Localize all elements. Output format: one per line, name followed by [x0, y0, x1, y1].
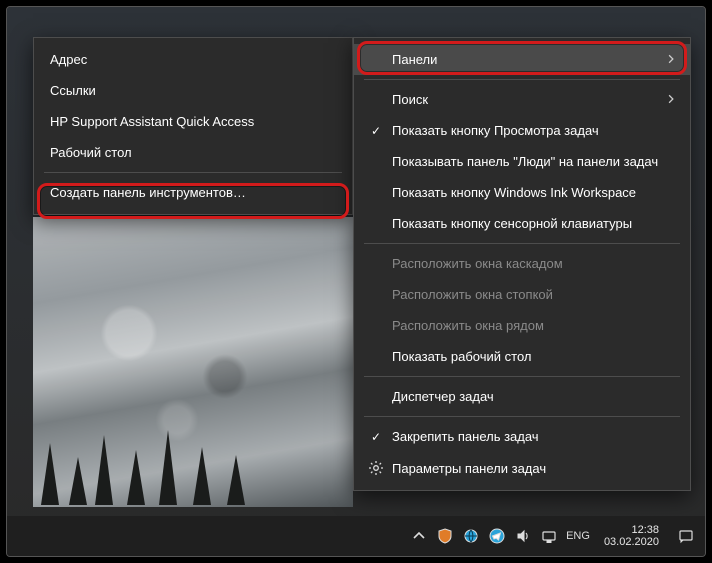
clock-time: 12:38: [631, 524, 659, 536]
separator: [44, 172, 342, 173]
menu-item-label: Показать кнопку Windows Ink Workspace: [392, 185, 676, 200]
menu-item-show-task-view[interactable]: ✓ Показать кнопку Просмотра задач: [354, 115, 690, 146]
menu-item-task-manager[interactable]: Диспетчер задач: [354, 381, 690, 412]
menu-item-stack-windows: Расположить окна стопкой: [354, 279, 690, 310]
submenu-item-links[interactable]: Ссылки: [34, 75, 352, 106]
menu-item-label: Расположить окна рядом: [392, 318, 676, 333]
menu-item-cascade-windows: Расположить окна каскадом: [354, 248, 690, 279]
submenu-item-label: HP Support Assistant Quick Access: [50, 114, 336, 129]
submenu-item-label: Адрес: [50, 52, 336, 67]
submenu-item-new-toolbar[interactable]: Создать панель инструментов…: [34, 177, 352, 208]
taskbar-context-menu: Панели Поиск ✓ Показать кнопку Просмотра…: [353, 37, 691, 491]
menu-item-taskbar-settings[interactable]: Параметры панели задач: [354, 452, 690, 484]
action-center-icon[interactable]: [677, 527, 695, 545]
menu-item-lock-taskbar[interactable]: ✓ Закрепить панель задач: [354, 421, 690, 452]
screenshot-frame: Адрес Ссылки HP Support Assistant Quick …: [6, 6, 706, 557]
menu-item-search[interactable]: Поиск: [354, 84, 690, 115]
chevron-right-icon: [666, 92, 676, 107]
menu-item-label: Показывать панель "Люди" на панели задач: [392, 154, 676, 169]
menu-item-show-desktop[interactable]: Показать рабочий стол: [354, 341, 690, 372]
submenu-item-hp-quick-access[interactable]: HP Support Assistant Quick Access: [34, 106, 352, 137]
submenu-item-label: Создать панель инструментов…: [50, 185, 336, 200]
clock[interactable]: 12:38 03.02.2020: [604, 524, 659, 548]
menu-item-label: Расположить окна каскадом: [392, 256, 676, 271]
submenu-item-label: Ссылки: [50, 83, 336, 98]
menu-item-show-ink-workspace[interactable]: Показать кнопку Windows Ink Workspace: [354, 177, 690, 208]
network-icon[interactable]: [540, 527, 558, 545]
gear-icon: [368, 460, 384, 476]
menu-item-label: Параметры панели задач: [392, 461, 676, 476]
check-icon: ✓: [368, 430, 384, 444]
check-icon: ✓: [368, 124, 384, 138]
wallpaper-trees: [33, 425, 353, 505]
menu-item-label: Диспетчер задач: [392, 389, 676, 404]
telegram-icon[interactable]: [488, 527, 506, 545]
clock-date: 03.02.2020: [604, 536, 659, 548]
menu-item-side-by-side: Расположить окна рядом: [354, 310, 690, 341]
toolbars-submenu: Адрес Ссылки HP Support Assistant Quick …: [33, 37, 353, 215]
menu-item-show-people[interactable]: Показывать панель "Люди" на панели задач: [354, 146, 690, 177]
menu-item-label: Показать кнопку Просмотра задач: [392, 123, 676, 138]
menu-item-label: Показать рабочий стол: [392, 349, 676, 364]
submenu-item-address[interactable]: Адрес: [34, 44, 352, 75]
menu-item-show-touch-keyboard[interactable]: Показать кнопку сенсорной клавиатуры: [354, 208, 690, 239]
security-icon[interactable]: [436, 527, 454, 545]
menu-item-toolbars[interactable]: Панели: [354, 44, 690, 75]
tray-overflow-icon[interactable]: [410, 527, 428, 545]
separator: [364, 416, 680, 417]
menu-item-label: Расположить окна стопкой: [392, 287, 676, 302]
separator: [364, 79, 680, 80]
language-indicator[interactable]: ENG: [566, 527, 590, 545]
submenu-item-desktop[interactable]: Рабочий стол: [34, 137, 352, 168]
menu-item-label: Панели: [392, 52, 658, 67]
chevron-right-icon: [666, 52, 676, 67]
taskbar[interactable]: ENG 12:38 03.02.2020: [7, 516, 705, 556]
menu-item-label: Поиск: [392, 92, 658, 107]
separator: [364, 376, 680, 377]
volume-icon[interactable]: [514, 527, 532, 545]
separator: [364, 243, 680, 244]
globe-icon[interactable]: [462, 527, 480, 545]
submenu-item-label: Рабочий стол: [50, 145, 336, 160]
menu-item-label: Закрепить панель задач: [392, 429, 676, 444]
menu-item-label: Показать кнопку сенсорной клавиатуры: [392, 216, 676, 231]
